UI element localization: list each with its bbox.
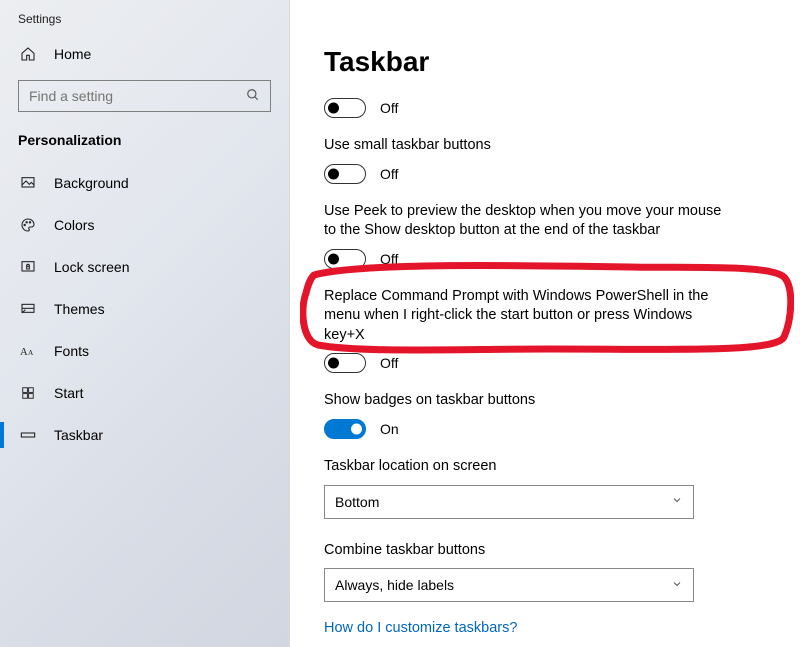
window-title: Settings <box>0 12 289 40</box>
setting-badges: Show badges on taskbar buttons On <box>324 391 760 439</box>
themes-icon <box>18 301 38 317</box>
search-input[interactable] <box>27 87 246 105</box>
setting-label: Taskbar location on screen <box>324 457 724 477</box>
page-title: Taskbar <box>324 46 760 78</box>
setting-row: Off <box>324 98 760 118</box>
setting-label: Show badges on taskbar buttons <box>324 391 724 411</box>
sidebar-item-colors[interactable]: Colors <box>0 204 289 246</box>
dropdown-value: Always, hide labels <box>335 577 454 593</box>
lock-screen-icon <box>18 259 38 275</box>
search-box[interactable] <box>18 80 271 112</box>
toggle-state: Off <box>380 100 398 116</box>
palette-icon <box>18 217 38 233</box>
setting-label: Use small taskbar buttons <box>324 136 724 156</box>
sidebar-item-label: Background <box>54 175 129 191</box>
help-link[interactable]: How do I customize taskbars? <box>324 620 760 636</box>
chevron-down-icon <box>671 494 683 509</box>
picture-icon <box>18 175 38 191</box>
toggle-switch[interactable] <box>324 164 366 184</box>
toggle-state: Off <box>380 166 398 182</box>
sidebar-item-label: Lock screen <box>54 259 129 275</box>
sidebar-item-label: Colors <box>54 217 94 233</box>
setting-combine: Combine taskbar buttons Always, hide lab… <box>324 541 760 603</box>
toggle-state: On <box>380 421 399 437</box>
sidebar-item-fonts[interactable]: AA Fonts <box>0 330 289 372</box>
sidebar-item-background[interactable]: Background <box>0 162 289 204</box>
setting-label: Replace Command Prompt with Windows Powe… <box>324 287 724 346</box>
sidebar-item-label: Fonts <box>54 343 89 359</box>
setting-label: Combine taskbar buttons <box>324 541 724 561</box>
section-label: Personalization <box>0 132 289 162</box>
taskbar-icon <box>18 427 38 443</box>
search-icon <box>246 88 262 105</box>
fonts-icon: AA <box>18 344 38 358</box>
setting-small-buttons: Use small taskbar buttons Off <box>324 136 760 184</box>
sidebar-item-label: Themes <box>54 301 105 317</box>
sidebar-item-start[interactable]: Start <box>0 372 289 414</box>
location-dropdown[interactable]: Bottom <box>324 485 694 519</box>
svg-text:A: A <box>28 348 34 357</box>
toggle-switch[interactable] <box>324 353 366 373</box>
toggle-state: Off <box>380 355 398 371</box>
start-icon <box>18 386 38 400</box>
toggle-switch[interactable] <box>324 249 366 269</box>
toggle-state: Off <box>380 251 398 267</box>
chevron-down-icon <box>671 578 683 593</box>
home-label: Home <box>54 46 91 62</box>
toggle-switch[interactable] <box>324 419 366 439</box>
sidebar-item-themes[interactable]: Themes <box>0 288 289 330</box>
setting-location: Taskbar location on screen Bottom <box>324 457 760 519</box>
sidebar-item-taskbar[interactable]: Taskbar <box>0 414 289 456</box>
home-nav[interactable]: Home <box>0 40 289 80</box>
svg-text:A: A <box>20 347 28 358</box>
main-content: Taskbar Off Use small taskbar buttons Of… <box>290 0 800 647</box>
toggle-switch[interactable] <box>324 98 366 118</box>
setting-powershell: Replace Command Prompt with Windows Powe… <box>324 287 760 374</box>
sidebar-item-label: Taskbar <box>54 427 103 443</box>
setting-peek: Use Peek to preview the desktop when you… <box>324 202 760 269</box>
sidebar-item-label: Start <box>54 385 84 401</box>
home-icon <box>18 46 38 62</box>
sidebar: Settings Home Personalization Background <box>0 0 290 647</box>
setting-label: Use Peek to preview the desktop when you… <box>324 202 724 241</box>
dropdown-value: Bottom <box>335 494 379 510</box>
sidebar-item-lock-screen[interactable]: Lock screen <box>0 246 289 288</box>
combine-dropdown[interactable]: Always, hide labels <box>324 568 694 602</box>
